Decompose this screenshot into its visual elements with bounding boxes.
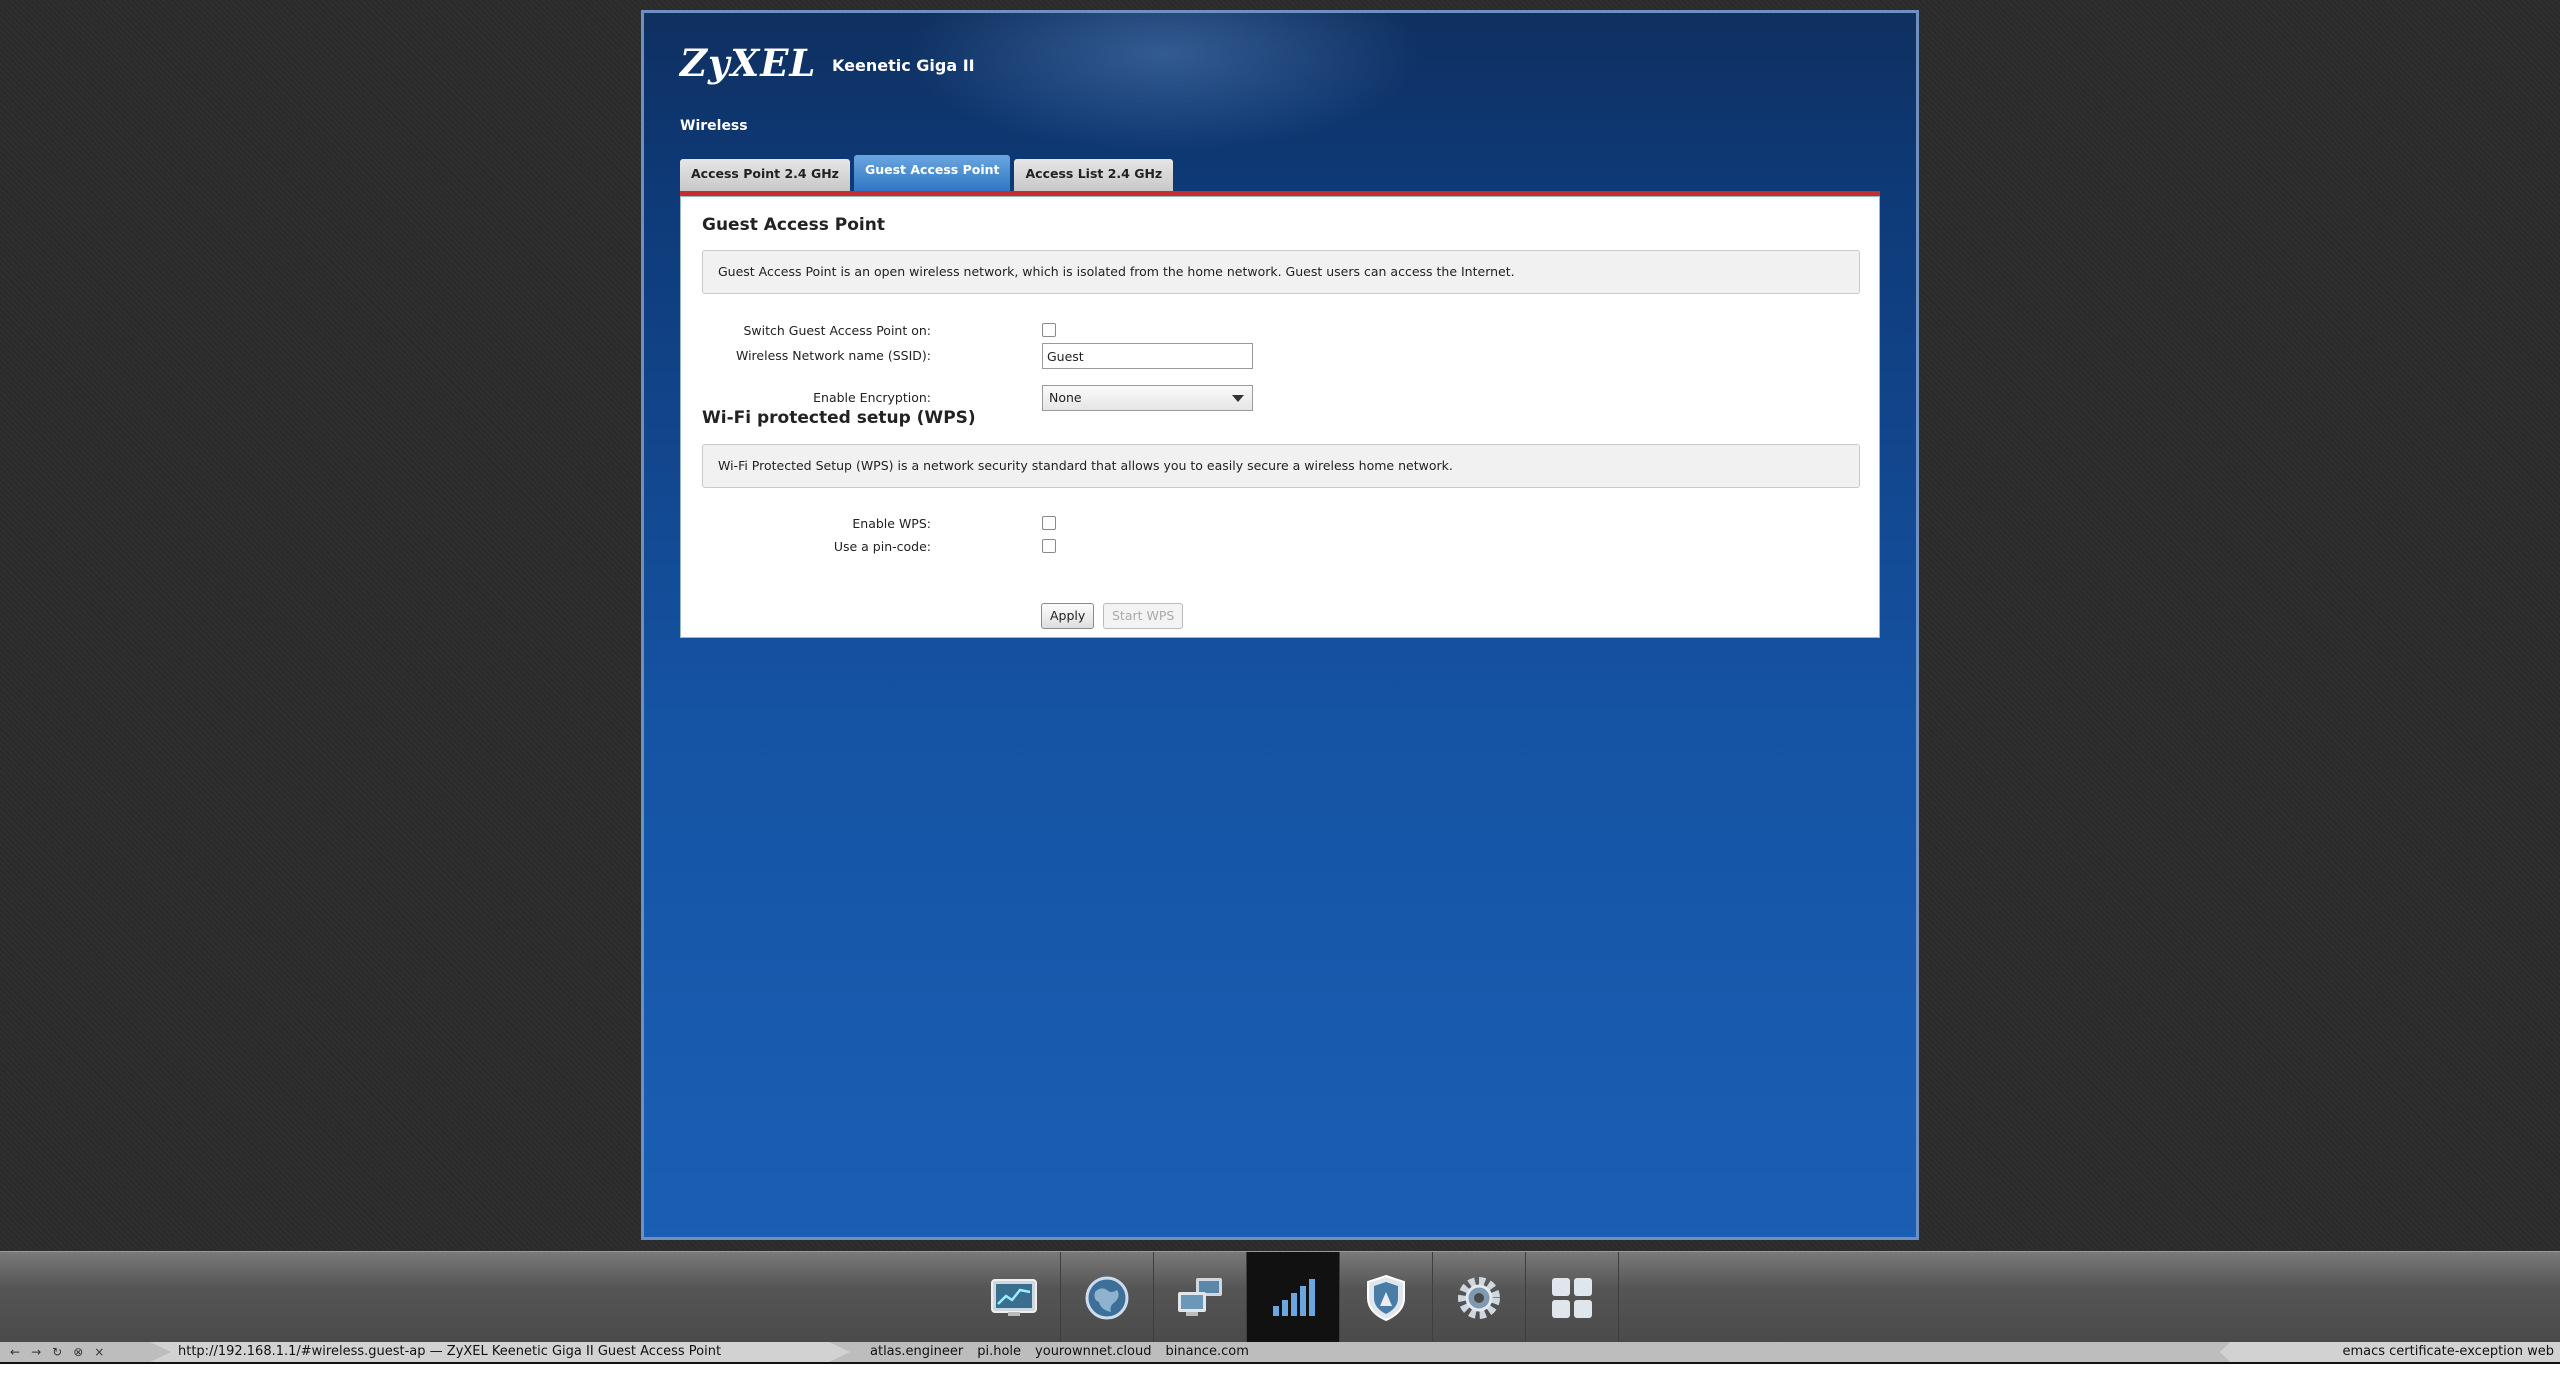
wps-info: Wi-Fi Protected Setup (WPS) is a network… [702,444,1860,488]
start-wps-button[interactable]: Start WPS [1103,603,1184,629]
header-glow [904,13,1424,153]
encryption-value: None [1049,390,1082,405]
network-computers-icon [1178,1277,1222,1316]
router-admin-frame: ZyXEL Keenetic Giga II Wireless Access P… [641,10,1919,1240]
dock-home-network[interactable] [1154,1252,1247,1343]
tab-bar: Access Point 2.4 GHz Guest Access Point … [680,155,1174,191]
wps-heading: Wi-Fi protected setup (WPS) [702,408,976,428]
ssid-input[interactable] [1042,343,1253,369]
dock-security[interactable] [1340,1252,1433,1343]
mode-indicator: emacs certificate-exception web [2220,1342,2560,1362]
apply-button[interactable]: Apply [1041,603,1095,629]
close-icon[interactable]: × [94,1342,104,1362]
browser-nav-buttons: ← → ↻ ⊗ × [10,1342,104,1362]
bottom-dock [0,1251,2560,1343]
zyxel-logo: ZyXEL [680,41,817,85]
model-name: Keenetic Giga II [832,56,975,75]
minibuffer [0,1362,2560,1396]
url-title[interactable]: http://192.168.1.1/#wireless.guest-ap — … [150,1342,850,1362]
encryption-select[interactable]: None [1042,385,1253,411]
bookmark-list: atlas.engineer pi.hole yourownnet.cloud … [870,1342,1249,1362]
pin-code-checkbox[interactable] [1042,539,1056,553]
dock-system-settings[interactable] [1433,1252,1526,1343]
settings-panel: Guest Access Point Guest Access Point is… [680,196,1880,638]
enable-wps-label: Enable WPS: [852,516,931,531]
section-title: Wireless [680,118,748,134]
guest-ap-heading: Guest Access Point [702,215,885,235]
enable-wps-checkbox[interactable] [1042,516,1056,530]
browser-status-bar: ← → ↻ ⊗ × http://192.168.1.1/#wireless.g… [0,1342,2560,1362]
pin-code-label: Use a pin-code: [833,539,931,554]
reload-icon[interactable]: ↻ [52,1342,62,1362]
bookmark-item[interactable]: atlas.engineer [870,1342,963,1362]
tab-access-list-24[interactable]: Access List 2.4 GHz [1014,159,1174,191]
shield-icon [1367,1274,1405,1321]
switch-guest-ap-label: Switch Guest Access Point on: [743,323,931,338]
wifi-signal-bars-icon [1273,1278,1315,1316]
dock-applications[interactable] [1526,1252,1619,1343]
ssid-label: Wireless Network name (SSID): [735,348,931,363]
dock-system-monitor[interactable] [968,1252,1061,1343]
guest-ap-info: Guest Access Point is an open wireless n… [702,250,1860,294]
forward-icon[interactable]: → [31,1342,41,1362]
stop-icon[interactable]: ⊗ [73,1342,83,1362]
monitor-chart-icon [991,1278,1037,1316]
switch-guest-ap-checkbox[interactable] [1042,323,1056,337]
apps-grid-icon [1552,1277,1592,1318]
tab-guest-access-point[interactable]: Guest Access Point [853,155,1011,191]
back-icon[interactable]: ← [10,1342,20,1362]
encryption-label: Enable Encryption: [813,390,931,405]
dock-wireless[interactable] [1247,1252,1340,1343]
bookmark-item[interactable]: yourownnet.cloud [1035,1342,1151,1362]
globe-icon [1085,1276,1129,1319]
bookmark-item[interactable]: binance.com [1166,1342,1249,1362]
tab-access-point-24[interactable]: Access Point 2.4 GHz [680,159,850,191]
bookmark-item[interactable]: pi.hole [977,1342,1021,1362]
chevron-down-icon [1232,395,1244,402]
gear-icon [1458,1276,1500,1319]
dock-internet[interactable] [1061,1252,1154,1343]
